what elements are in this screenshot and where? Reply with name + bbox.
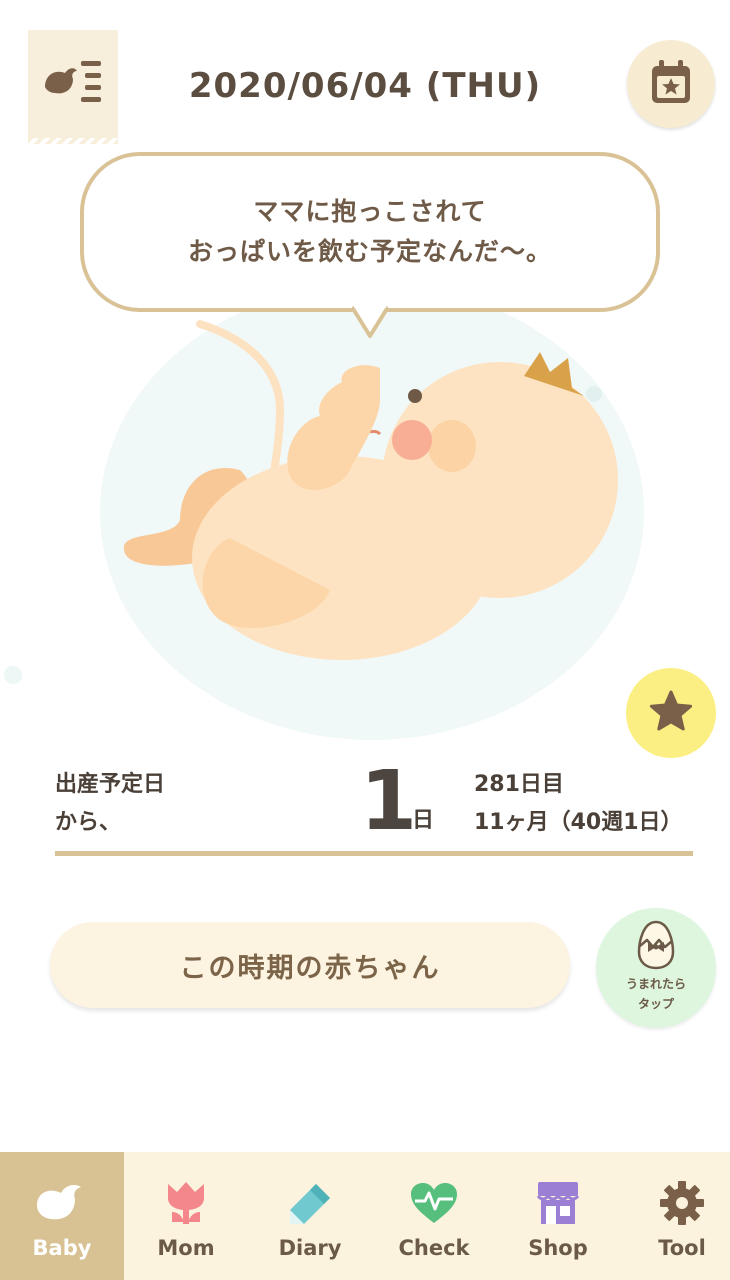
days-unit: 日: [412, 808, 435, 833]
born-label-line-1: うまれたら: [625, 977, 686, 991]
bird-icon: [35, 1178, 89, 1228]
tab-label-tool: Tool: [658, 1236, 706, 1260]
calendar-button[interactable]: [627, 40, 715, 128]
tab-tool[interactable]: Tool: [620, 1152, 730, 1280]
hatching-egg-icon: [637, 920, 675, 974]
heartbeat-icon: [407, 1178, 461, 1228]
menu-button[interactable]: [28, 30, 118, 144]
due-date-label: 出産予定日: [55, 772, 166, 797]
bird-menu-icon: [41, 57, 105, 111]
divider: [55, 851, 693, 856]
baby-in-womb-illustration: [80, 284, 660, 750]
month-week-count: 11ヶ月（40週1日）: [474, 810, 683, 835]
tab-label-baby: Baby: [32, 1236, 92, 1260]
bubble-line-1: ママに抱っこされて: [253, 197, 487, 226]
this-period-baby-button[interactable]: この時期の赤ちゃん: [50, 922, 570, 1008]
pencil-icon: [283, 1178, 337, 1228]
days-since-due-number: 1: [360, 754, 418, 849]
tab-label-shop: Shop: [528, 1236, 588, 1260]
gear-icon: [655, 1178, 709, 1228]
shop-icon: [531, 1178, 585, 1228]
decorative-dot: [4, 666, 22, 684]
born-label-line-2: タップ: [637, 997, 674, 1011]
calendar-star-icon: [650, 59, 692, 109]
bubble-line-2: おっぱいを飲む予定なんだ〜。: [187, 237, 552, 266]
tab-shop[interactable]: Shop: [496, 1152, 620, 1280]
tab-label-diary: Diary: [278, 1236, 342, 1260]
tulip-icon: [159, 1178, 213, 1228]
tab-mom[interactable]: Mom: [124, 1152, 248, 1280]
day-count: 281日目: [474, 772, 564, 797]
bottom-tab-bar: Baby Mom Diary Check Shop Tool: [0, 1152, 730, 1280]
from-label: から、: [55, 810, 122, 835]
star-icon: [649, 690, 693, 736]
tab-label-check: Check: [398, 1236, 470, 1260]
current-date: 2020/06/04 (THU): [188, 66, 542, 106]
tab-label-mom: Mom: [157, 1236, 215, 1260]
tab-diary[interactable]: Diary: [248, 1152, 372, 1280]
tab-check[interactable]: Check: [372, 1152, 496, 1280]
tab-baby[interactable]: Baby: [0, 1152, 124, 1280]
speech-bubble-tail: [350, 305, 390, 342]
favorite-button[interactable]: [626, 668, 716, 758]
speech-bubble: ママに抱っこされて おっぱいを飲む予定なんだ〜。: [80, 152, 660, 312]
born-tap-button[interactable]: うまれたら タップ: [596, 908, 716, 1028]
